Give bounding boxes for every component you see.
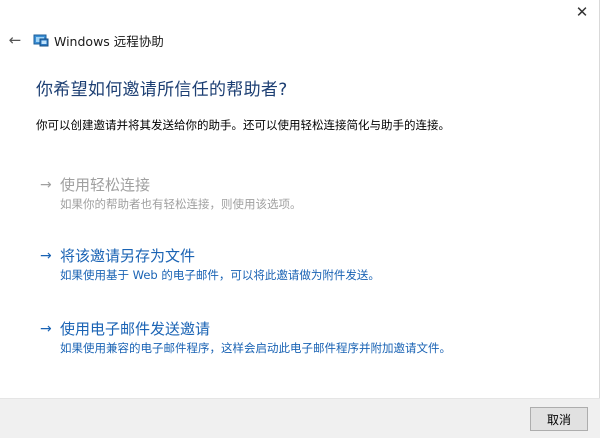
page-description: 你可以创建邀请并将其发送给你的助手。还可以使用轻松连接简化与助手的连接。	[36, 118, 450, 132]
back-arrow-icon: ←	[8, 31, 22, 49]
option-title: 将该邀请另存为文件	[60, 247, 196, 265]
title-bar: ← Windows 远程协助	[0, 26, 560, 54]
remote-assistance-window: ✕ ← Windows 远程协助 你希望如何邀请所信任的帮助者? 你可以创建邀请…	[0, 0, 600, 438]
close-button[interactable]: ✕	[571, 2, 593, 22]
option-title: 使用轻松连接	[60, 176, 151, 194]
footer-bar: 取消	[0, 398, 600, 438]
option-subtitle: 如果使用兼容的电子邮件程序，这样会启动此电子邮件程序并附加邀请文件。	[60, 341, 451, 355]
back-button[interactable]: ←	[0, 26, 30, 54]
page-heading: 你希望如何邀请所信任的帮助者?	[36, 80, 288, 100]
option-send-email[interactable]: → 使用电子邮件发送邀请 如果使用兼容的电子邮件程序，这样会启动此电子邮件程序并…	[40, 319, 560, 356]
arrow-right-icon: →	[40, 321, 52, 337]
arrow-right-icon: →	[40, 248, 52, 264]
option-subtitle: 如果使用基于 Web 的电子邮件，可以将此邀请做为附件发送。	[60, 268, 380, 282]
cancel-button[interactable]: 取消	[530, 407, 588, 431]
option-easy-connect[interactable]: → 使用轻松连接 如果你的帮助者也有轻松连接，则使用该选项。	[40, 175, 560, 212]
close-icon: ✕	[575, 2, 589, 21]
option-title: 使用电子邮件发送邀请	[60, 320, 211, 338]
option-subtitle: 如果你的帮助者也有轻松连接，则使用该选项。	[60, 197, 302, 211]
window-title: Windows 远程协助	[54, 33, 164, 49]
arrow-right-icon: →	[40, 177, 52, 193]
remote-assistance-icon	[33, 34, 49, 47]
option-save-as-file[interactable]: → 将该邀请另存为文件 如果使用基于 Web 的电子邮件，可以将此邀请做为附件发…	[40, 246, 560, 283]
